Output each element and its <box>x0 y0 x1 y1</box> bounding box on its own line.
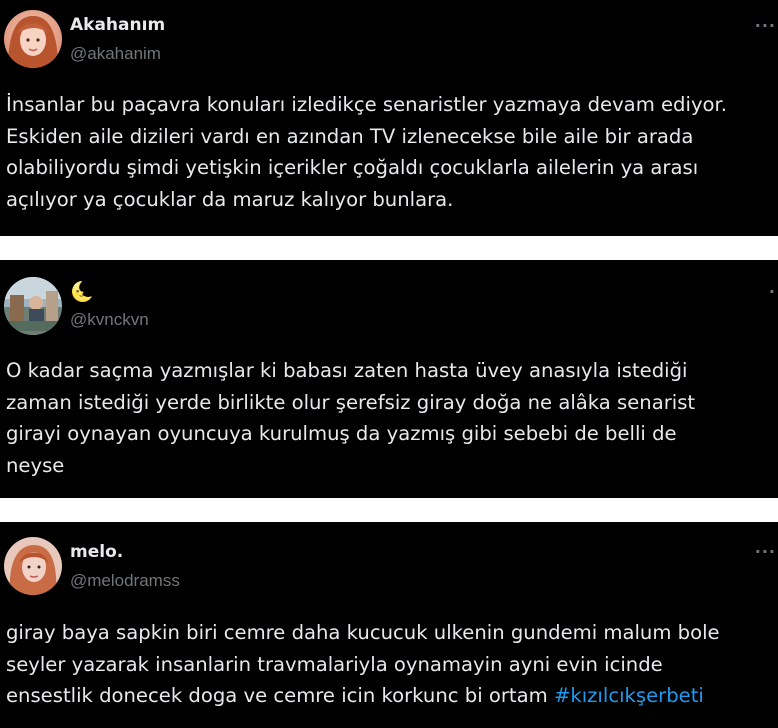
display-name[interactable]: melo. <box>70 542 123 562</box>
more-options-icon[interactable]: ··· <box>755 16 776 35</box>
tweet-card[interactable]: Akahanım @akahanim ··· İnsanlar bu paçav… <box>0 0 778 236</box>
tweet-text-line: neyse <box>6 453 65 477</box>
tweet-text-segment: ensestlik donecek doga ve cemre icin kor… <box>6 684 548 707</box>
tweet-text-line: açılıyor ya çocuklar da maruz kalıyor bu… <box>6 187 454 211</box>
avatar[interactable] <box>4 10 62 68</box>
tweet-text-line: girayi oynayan oyuncuya kurulmuş da yazm… <box>6 422 677 445</box>
tweet-card[interactable]: 🌜 @kvnckvn · O kadar saçma yazmışlar ki … <box>0 260 778 498</box>
avatar-image <box>4 277 62 335</box>
hashtag-link[interactable]: #kızılcıkşerbeti <box>554 684 704 707</box>
avatar[interactable] <box>4 277 62 335</box>
tweet-text-line: Eskiden aile dizileri vardı en azından T… <box>6 124 694 148</box>
tweet-text: giray baya sapkin biri cemre daha kucucu… <box>6 617 774 712</box>
display-name[interactable]: Akahanım <box>70 15 165 35</box>
avatar-image <box>4 10 62 68</box>
user-handle[interactable]: @melodramss <box>70 571 180 591</box>
avatar[interactable] <box>4 537 62 595</box>
tweet-text: O kadar saçma yazmışlar ki babası zaten … <box>6 355 774 481</box>
tweet-text-line: seyler yazarak insanlarin travmalariyla … <box>6 652 663 676</box>
more-options-icon[interactable]: · <box>769 282 776 301</box>
tweet-text-line: O kadar saçma yazmışlar ki babası zaten … <box>6 359 688 382</box>
tweet-text: İnsanlar bu paçavra konuları izledikçe s… <box>6 89 774 215</box>
user-handle[interactable]: @kvnckvn <box>70 310 149 330</box>
tweet-text-line: giray baya sapkin biri cemre daha kucucu… <box>6 621 720 644</box>
avatar-image <box>4 537 62 595</box>
user-handle[interactable]: @akahanim <box>70 44 161 64</box>
tweet-text-line: zaman istediği yerde birlikte olur şeref… <box>6 390 696 414</box>
more-options-icon[interactable]: ··· <box>755 542 776 561</box>
tweet-text-line: İnsanlar bu paçavra konuları izledikçe s… <box>6 93 728 116</box>
tweet-text-line: olabiliyordu şimdi yetişkin içerikler ço… <box>6 156 699 179</box>
tweet-text-line-with-hashtag: ensestlik donecek doga ve cemre icin kor… <box>6 680 774 712</box>
tweet-card[interactable]: melo. @melodramss ··· giray baya sapkin … <box>0 522 778 728</box>
display-name[interactable]: 🌜 <box>70 280 94 303</box>
